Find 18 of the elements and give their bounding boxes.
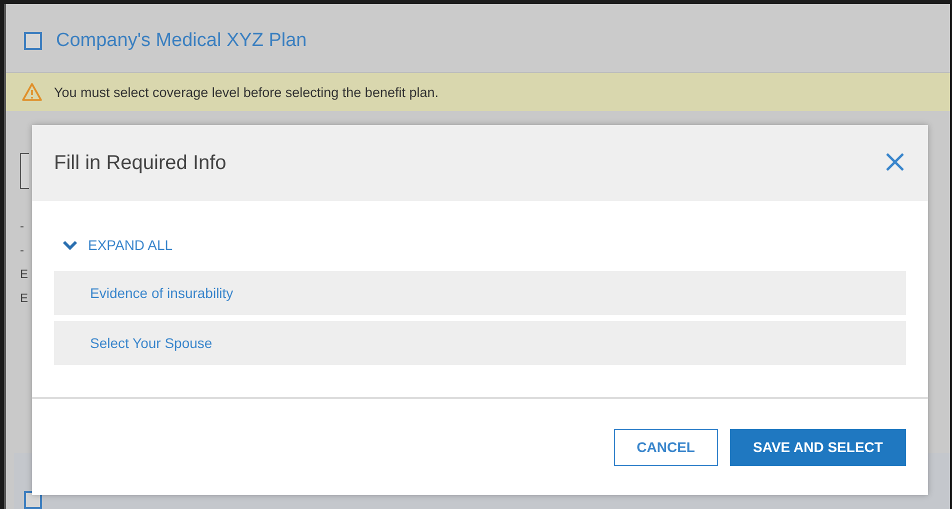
accordion-section[interactable]: Select Your Spouse (54, 321, 906, 365)
warning-message: You must select coverage level before selecting the benefit plan. (54, 84, 438, 100)
plan-title: Company's Medical XYZ Plan (56, 30, 307, 52)
close-icon (885, 152, 905, 172)
field-label: E (20, 267, 28, 281)
save-button[interactable]: SAVE AND SELECT (730, 428, 906, 466)
field-value: E (20, 291, 28, 305)
chevron-icon (62, 240, 78, 250)
accordion-section[interactable]: Evidence of insurability (54, 271, 906, 315)
field-value: - (20, 243, 24, 257)
expand-all-button[interactable]: EXPAND ALL (54, 233, 181, 257)
expand-all-label: EXPAND ALL (88, 237, 173, 253)
warning-icon (22, 83, 42, 101)
field-value: - (20, 219, 24, 233)
dialog-title: Fill in Required Info (54, 152, 226, 174)
cancel-button[interactable]: CANCEL (614, 428, 718, 466)
input-field (20, 153, 29, 189)
checkbox[interactable] (24, 32, 42, 50)
